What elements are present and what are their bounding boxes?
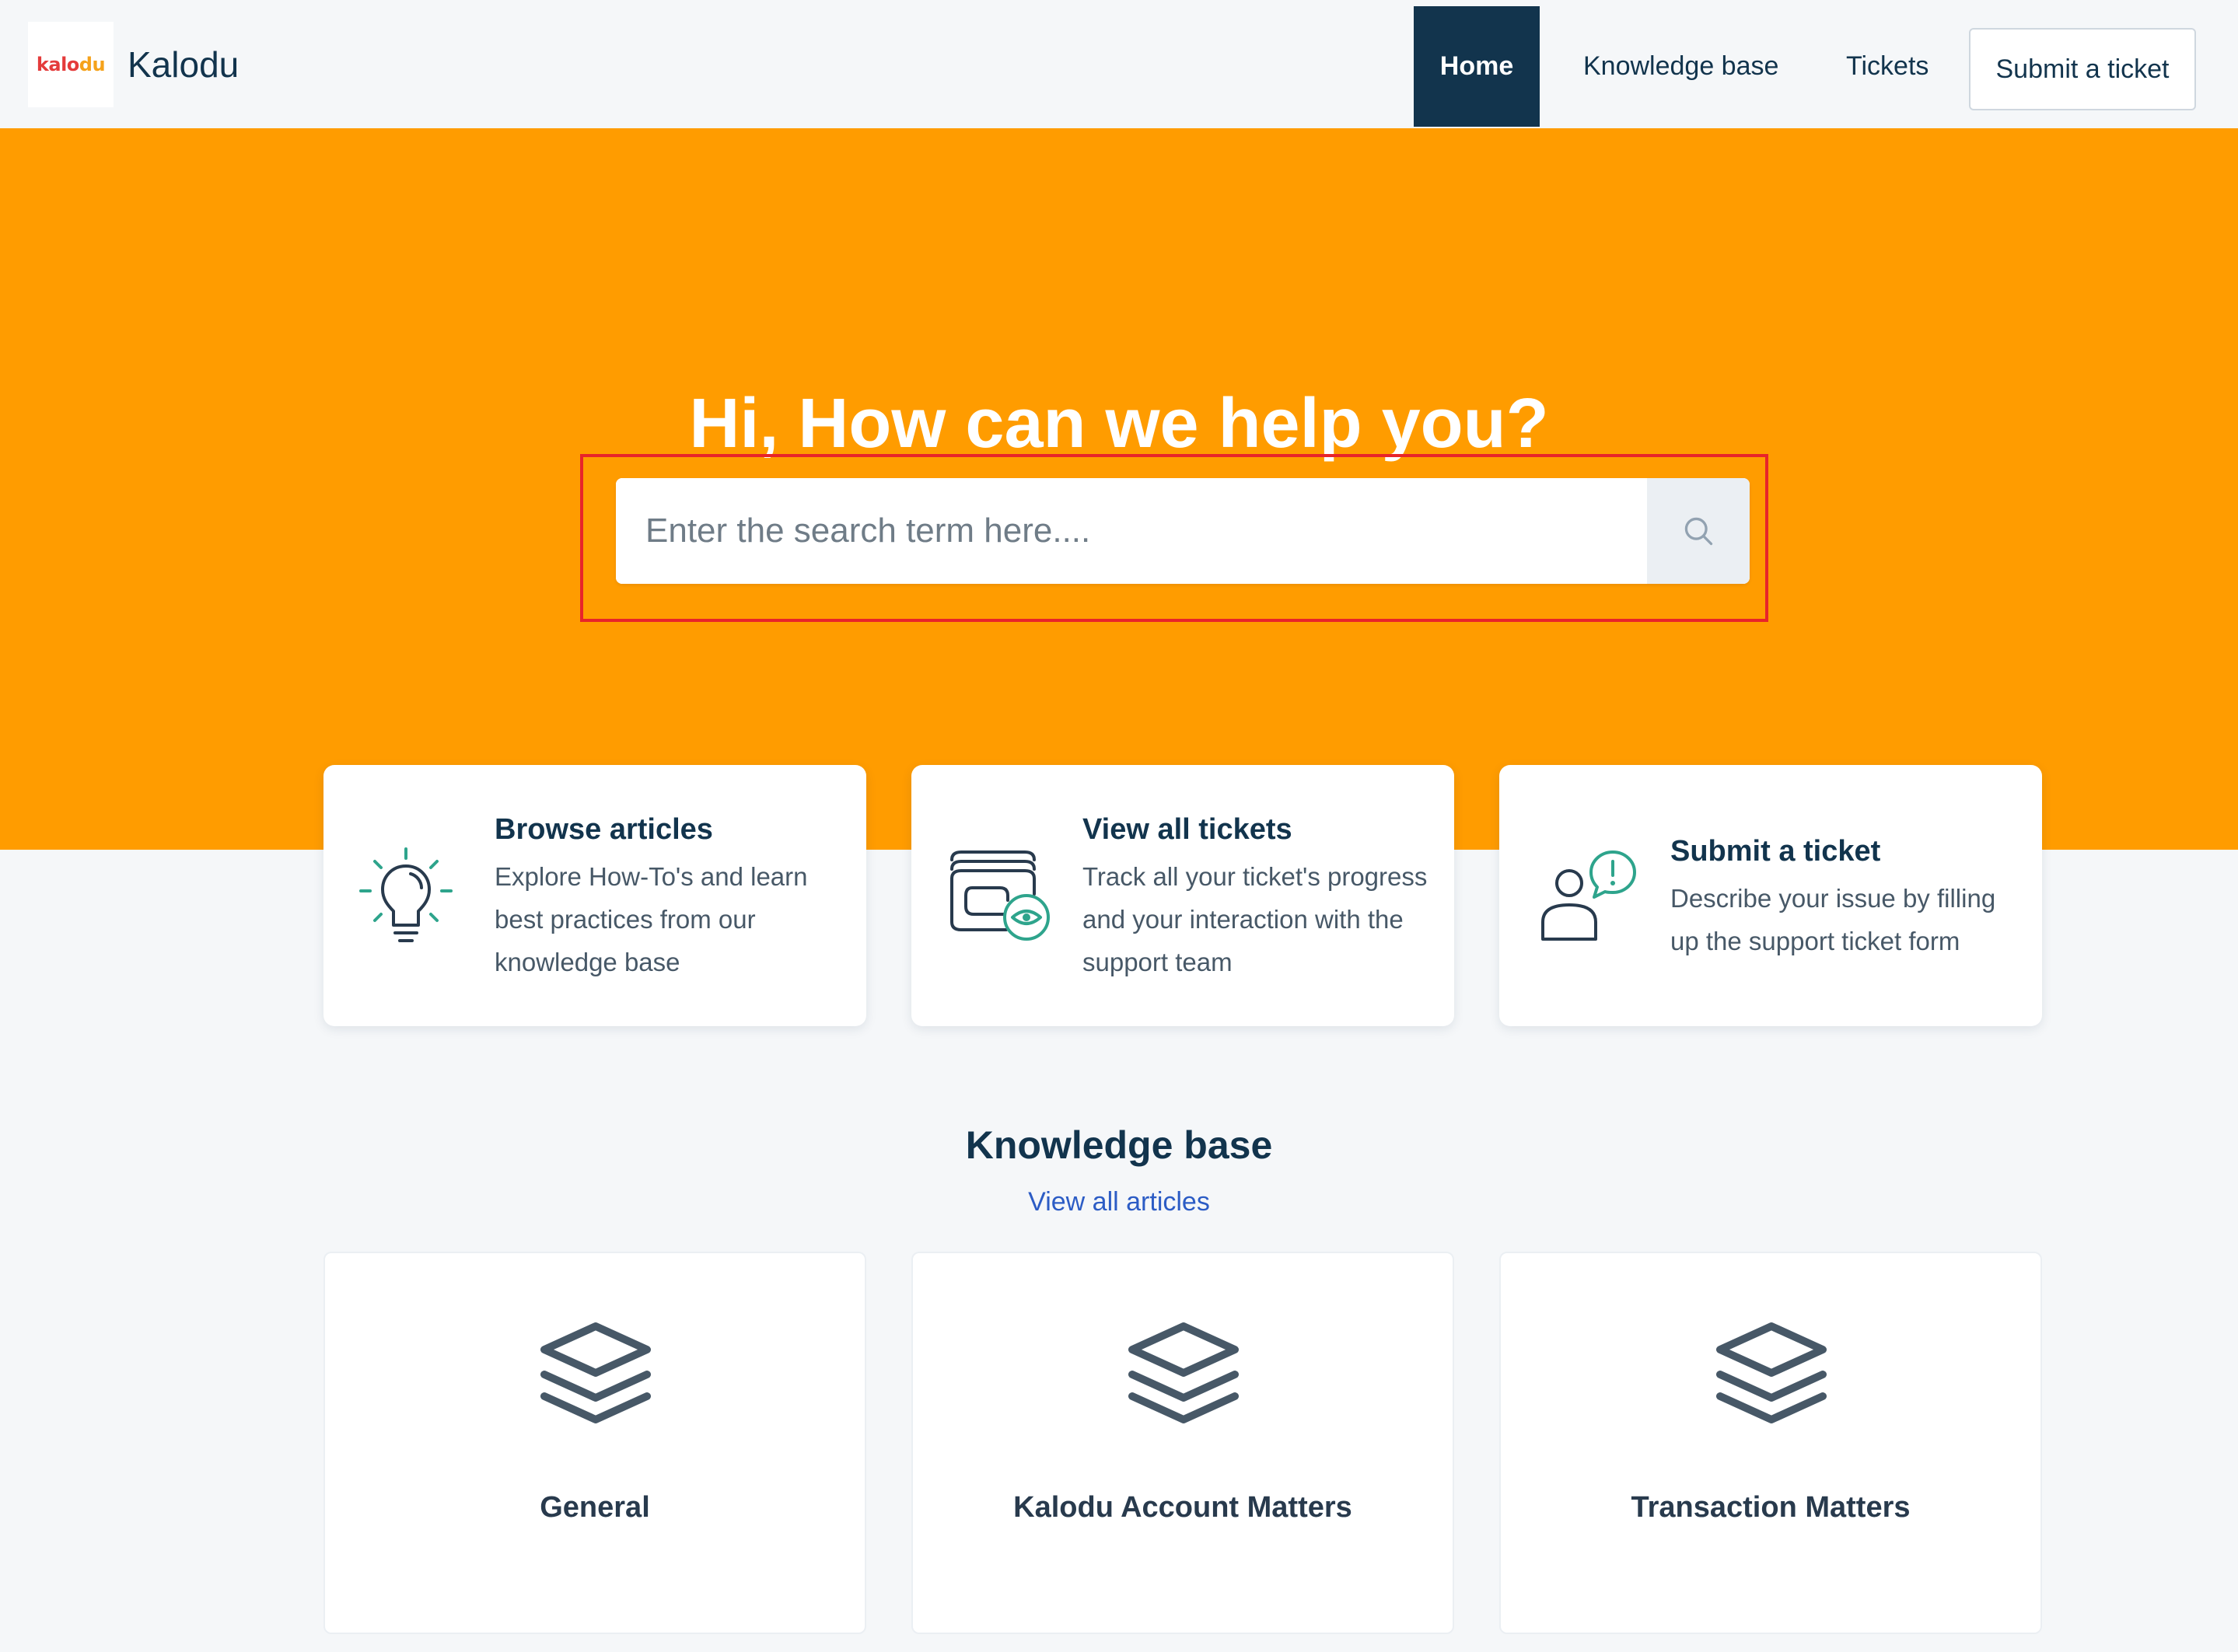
category-card-kalodu-account-matters[interactable]: Kalodu Account Matters (911, 1252, 1454, 1634)
search-button[interactable] (1647, 478, 1750, 584)
action-title: Submit a ticket (1670, 835, 1881, 868)
logo-text-kalo: kalo (36, 54, 79, 75)
submit-ticket-icon (1541, 850, 1636, 941)
action-description: Describe your issue by filling up the su… (1670, 884, 1996, 955)
logo-text-du: du (79, 54, 106, 75)
nav-knowledge-base[interactable]: Knowledge base (1583, 6, 1778, 127)
layers-icon (1716, 1322, 1827, 1423)
layers-icon (1128, 1322, 1239, 1423)
action-description: Explore How-To's and learn best practice… (495, 862, 808, 976)
action-title: Browse articles (495, 813, 713, 846)
view-all-tickets-card[interactable]: View all tickets Track all your ticket's… (911, 765, 1454, 1026)
category-label: General (540, 1491, 650, 1524)
search-bar (616, 478, 1750, 584)
view-all-articles-link[interactable]: View all articles (0, 1183, 2238, 1221)
brand-logo[interactable]: kalo du (28, 22, 114, 107)
browse-articles-card[interactable]: Browse articles Explore How-To's and lea… (323, 765, 866, 1026)
category-label: Transaction Matters (1631, 1491, 1911, 1524)
lightbulb-icon (359, 847, 453, 942)
category-label: Kalodu Account Matters (1013, 1491, 1352, 1524)
hero-banner: Hi, How can we help you? (0, 128, 2238, 850)
nav-tickets[interactable]: Tickets (1846, 6, 1929, 127)
nav-home[interactable]: Home (1414, 6, 1540, 127)
action-title: View all tickets (1082, 813, 1292, 846)
nav-submit-ticket-button[interactable]: Submit a ticket (1969, 28, 2196, 110)
action-description: Track all your ticket's progress and you… (1082, 862, 1428, 976)
submit-ticket-card[interactable]: Submit a ticket Describe your issue by f… (1499, 765, 2042, 1026)
search-input[interactable] (616, 478, 1647, 584)
layers-icon (540, 1322, 651, 1423)
brand-name[interactable]: Kalodu (128, 40, 239, 89)
search-icon (1684, 517, 1713, 546)
category-card-general[interactable]: General (323, 1252, 866, 1634)
knowledge-base-title: Knowledge base (965, 1123, 1273, 1167)
view-tickets-icon (950, 850, 1050, 941)
category-card-transaction-matters[interactable]: Transaction Matters (1499, 1252, 2042, 1634)
header: kalo du Kalodu Home Knowledge base Ticket… (0, 0, 2238, 128)
